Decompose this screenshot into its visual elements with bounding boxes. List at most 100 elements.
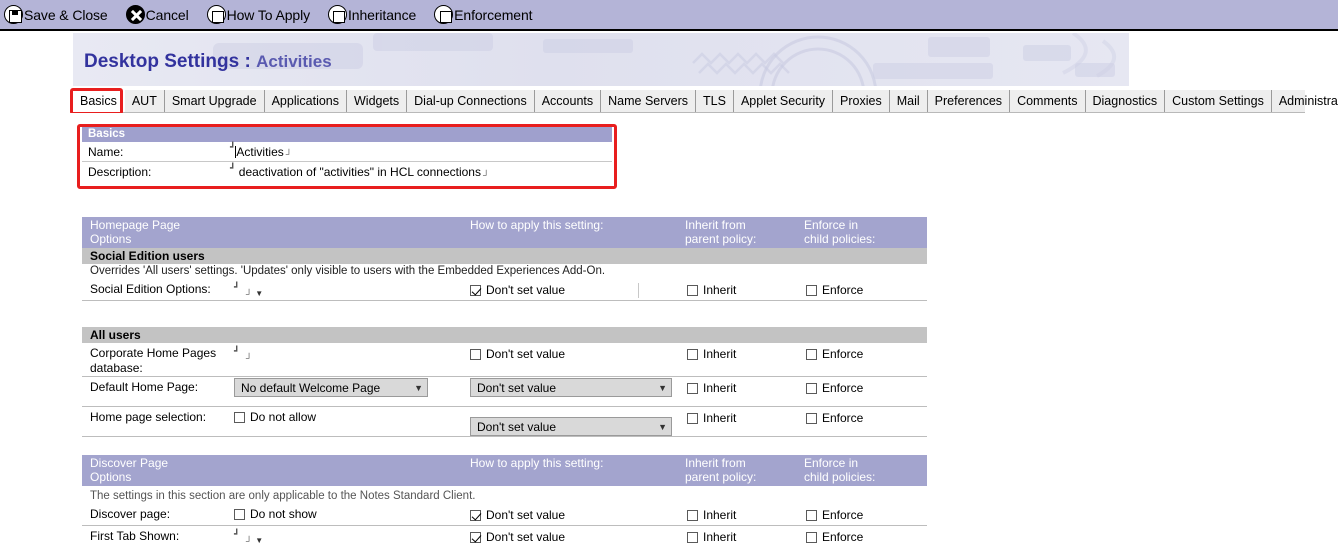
checkbox-icon[interactable]: [687, 382, 698, 394]
tab-preferences[interactable]: Preferences: [928, 90, 1011, 112]
basics-panel-header: Basics: [82, 127, 612, 142]
corporate-apply-checkbox[interactable]: Don't set value: [470, 347, 565, 361]
social-edition-inherit-checkbox[interactable]: Inherit: [687, 283, 736, 297]
toolbar-cancel-button[interactable]: Cancel: [122, 0, 189, 29]
checkbox-icon[interactable]: [470, 509, 481, 521]
home-selection-apply-dropdown[interactable]: Don't set value ▼: [470, 417, 672, 436]
tab-smart-upgrade[interactable]: Smart Upgrade: [165, 90, 265, 112]
tab-diagnostics[interactable]: Diagnostics: [1086, 90, 1166, 112]
discover-apply-checkbox[interactable]: Don't set value: [470, 508, 565, 522]
toolbar-enforcement-button[interactable]: Enforcement: [430, 0, 533, 29]
checkbox-icon[interactable]: [806, 509, 817, 521]
social-edition-apply-checkbox[interactable]: Don't set value: [470, 283, 565, 297]
default-home-enforce-checkbox[interactable]: Enforce: [806, 381, 863, 395]
toolbar-how-to-apply-button[interactable]: How To Apply: [203, 0, 310, 29]
first-tab-apply-checkbox[interactable]: Don't set value: [470, 530, 565, 544]
discover-section-note: The settings in this section are only ap…: [90, 490, 476, 502]
tab-basics[interactable]: Basics: [73, 90, 125, 112]
default-home-page-dropdown[interactable]: No default Welcome Page ▼: [234, 378, 428, 397]
discover-enforce-label: Enforce: [822, 508, 864, 522]
tab-proxies-label: Proxies: [840, 94, 882, 108]
column-header-enforce: Enforce in child policies:: [804, 456, 875, 484]
discover-page-checkbox[interactable]: Do not show: [234, 507, 317, 521]
checkbox-icon[interactable]: [234, 508, 245, 520]
homepage-section-title-line1: Homepage Page: [90, 218, 181, 232]
tab-tls[interactable]: TLS: [696, 90, 734, 112]
home-selection-apply-value: Don't set value: [477, 419, 557, 434]
default-home-page-row: Default Home Page: No default Welcome Pa…: [82, 377, 927, 407]
first-tab-inherit-label: Inherit: [703, 530, 737, 544]
column-divider-tick: [638, 283, 639, 298]
tab-name-servers[interactable]: Name Servers: [601, 90, 697, 112]
discover-section-title: Discover Page Options: [90, 456, 168, 484]
corporate-enforce-checkbox[interactable]: Enforce: [806, 347, 863, 361]
tab-comments[interactable]: Comments: [1010, 90, 1086, 112]
tab-dial-up-connections[interactable]: Dial-up Connections: [407, 90, 535, 112]
main-toolbar: Save & Close Cancel How To Apply Inherit…: [0, 0, 1338, 31]
page-title: Desktop Settings : Activities: [84, 51, 332, 73]
tab-preferences-label: Preferences: [934, 94, 1003, 108]
discover-section-title-line1: Discover Page: [90, 456, 169, 470]
corporate-home-pages-field[interactable]: ┛ ┘: [234, 346, 252, 364]
checkbox-icon[interactable]: [687, 509, 698, 521]
tab-accounts-label: Accounts: [541, 94, 594, 108]
checkbox-icon[interactable]: [687, 531, 698, 543]
checkbox-icon[interactable]: [806, 412, 817, 424]
checkbox-icon[interactable]: [470, 348, 481, 360]
corporate-home-pages-row: Corporate Home Pages database: ┛ ┘ Don't…: [82, 343, 927, 377]
first-tab-inherit-checkbox[interactable]: Inherit: [687, 530, 736, 544]
checkbox-icon[interactable]: [806, 382, 817, 394]
default-home-inherit-checkbox[interactable]: Inherit: [687, 381, 736, 395]
square-in-circle-icon: [206, 5, 226, 24]
basics-name-field[interactable]: ┛ Activities ┘: [230, 143, 293, 159]
corporate-inherit-checkbox[interactable]: Inherit: [687, 347, 736, 361]
column-header-inherit-line2: parent policy:: [685, 470, 757, 484]
checkbox-icon[interactable]: [687, 284, 698, 296]
social-edition-enforce-checkbox[interactable]: Enforce: [806, 283, 863, 297]
discover-enforce-checkbox[interactable]: Enforce: [806, 508, 863, 522]
field-marker-open-icon: ┛: [234, 345, 240, 356]
home-selection-enforce-checkbox[interactable]: Enforce: [806, 411, 863, 425]
field-marker-close-icon: ┘: [245, 352, 253, 363]
checkbox-icon[interactable]: [470, 531, 481, 543]
checkbox-icon[interactable]: [687, 348, 698, 360]
checkbox-icon[interactable]: [234, 411, 245, 423]
social-edition-enforce-label: Enforce: [822, 283, 864, 297]
toolbar-inheritance-button[interactable]: Inheritance: [324, 0, 416, 29]
home-page-selection-checkbox[interactable]: Do not allow: [234, 410, 316, 424]
home-selection-inherit-checkbox[interactable]: Inherit: [687, 411, 736, 425]
checkbox-icon[interactable]: [806, 531, 817, 543]
checkbox-icon[interactable]: [687, 412, 698, 424]
toolbar-save-and-close-button[interactable]: Save & Close: [0, 0, 108, 29]
tab-widgets[interactable]: Widgets: [347, 90, 408, 112]
social-edition-note: Overrides 'All users' settings. 'Updates…: [90, 265, 606, 277]
home-selection-inherit-label: Inherit: [703, 411, 737, 425]
field-marker-close-icon: ┘: [245, 288, 253, 299]
first-tab-shown-field[interactable]: ┛ ┘ ▼: [234, 529, 263, 547]
checkbox-icon[interactable]: [806, 348, 817, 360]
tab-custom-settings[interactable]: Custom Settings: [1165, 90, 1272, 112]
checkbox-icon[interactable]: [470, 284, 481, 296]
first-tab-enforce-checkbox[interactable]: Enforce: [806, 530, 863, 544]
field-marker-open-icon: ┛: [234, 528, 240, 539]
discover-inherit-checkbox[interactable]: Inherit: [687, 508, 736, 522]
tab-accounts[interactable]: Accounts: [535, 90, 602, 112]
tab-applet-security[interactable]: Applet Security: [734, 90, 834, 112]
default-home-apply-dropdown[interactable]: Don't set value ▼: [470, 378, 672, 397]
tab-applications[interactable]: Applications: [265, 90, 347, 112]
dropdown-triangle-icon[interactable]: ▼: [255, 289, 263, 298]
tab-aut[interactable]: AUT: [125, 90, 165, 112]
tab-administration[interactable]: Administration: [1272, 90, 1338, 112]
tab-widgets-label: Widgets: [354, 94, 400, 108]
social-edition-options-field[interactable]: ┛ ┘ ▼: [234, 282, 263, 300]
column-header-how-to-apply-text: How to apply this setting:: [470, 456, 604, 470]
discover-section-title-line2: Options: [90, 470, 132, 484]
field-marker-close-icon: ┘: [285, 149, 293, 159]
tab-proxies[interactable]: Proxies: [833, 90, 890, 112]
home-page-selection-label: Home page selection:: [90, 410, 207, 424]
page-title-separator: :: [244, 51, 251, 72]
checkbox-icon[interactable]: [806, 284, 817, 296]
tab-mail[interactable]: Mail: [890, 90, 928, 112]
basics-description-field[interactable]: ┛ deactivation of "activities" in HCL co…: [230, 163, 489, 179]
chevron-down-icon: ▼: [658, 382, 667, 393]
